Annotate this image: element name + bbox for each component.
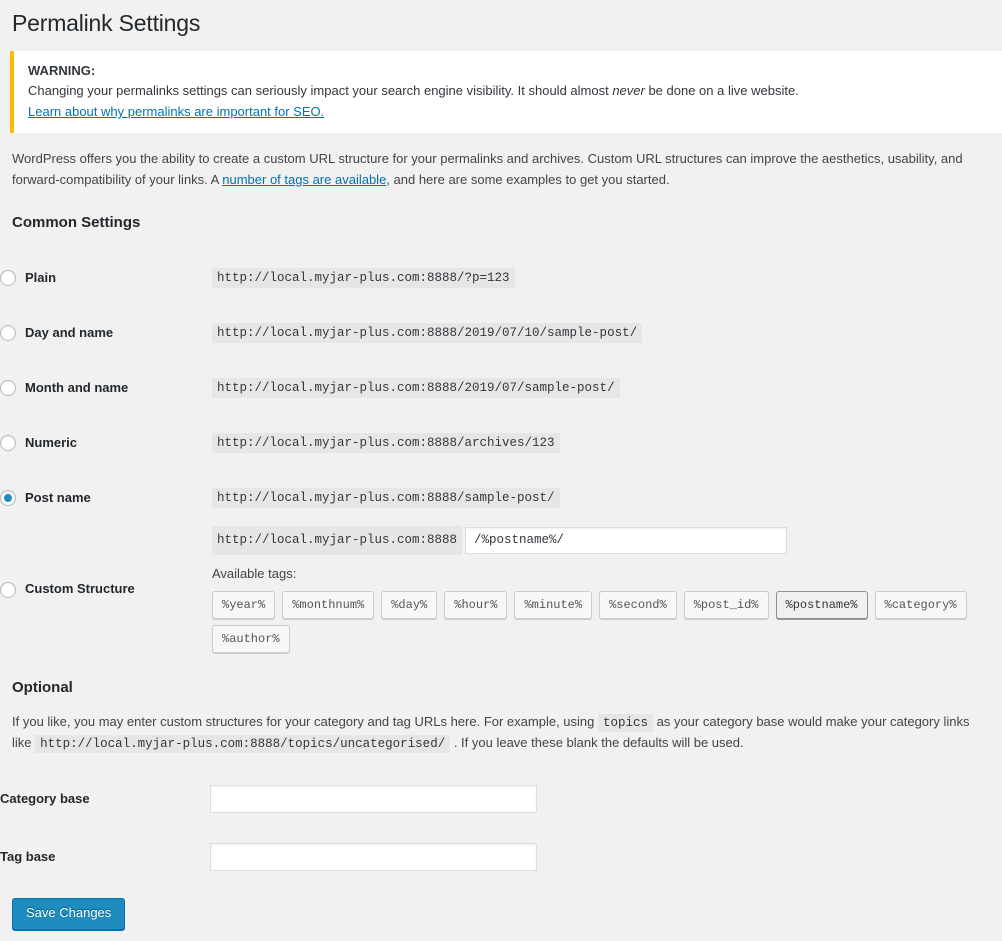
page-title: Permalink Settings bbox=[12, 10, 201, 36]
option-label-plain: Plain bbox=[25, 270, 57, 286]
permalink-options-table: Plain http://local.myjar-plus.com:8888/?… bbox=[0, 251, 1002, 654]
permalink-example-day-and-name: http://local.myjar-plus.com:8888/2019/07… bbox=[212, 323, 643, 344]
available-tags-link[interactable]: number of tags are available bbox=[222, 172, 386, 187]
intro-text-part2: , and here are some examples to get you … bbox=[386, 171, 670, 187]
tag-button-postname[interactable]: %postname% bbox=[775, 591, 868, 620]
permalink-example-cell-day-and-name: http://local.myjar-plus.com:8888/2019/07… bbox=[212, 306, 1002, 361]
permalink-option-row-day-and-name[interactable]: Day and name http://local.myjar-plus.com… bbox=[0, 306, 1002, 361]
category-base-input[interactable] bbox=[210, 785, 537, 814]
option-label-numeric: Numeric bbox=[25, 435, 78, 451]
permalink-option-label-cell-post-name: Post name bbox=[0, 471, 212, 526]
warning-text: Changing your permalinks settings can se… bbox=[28, 82, 990, 100]
option-label-month-and-name: Month and name bbox=[25, 380, 129, 396]
custom-structure-input-row: http://local.myjar-plus.com:8888 bbox=[212, 525, 1002, 556]
tag-button-post-id[interactable]: %post_id% bbox=[683, 591, 769, 620]
optional-text-part1: If you like, you may enter custom struct… bbox=[12, 714, 598, 730]
radio-plain[interactable] bbox=[0, 270, 16, 287]
seo-learn-more-link[interactable]: Learn about why permalinks are important… bbox=[28, 103, 990, 121]
warning-notice: WARNING: Changing your permalinks settin… bbox=[10, 50, 1002, 134]
radio-label-day-and-name[interactable]: Day and name bbox=[0, 324, 212, 342]
permalink-option-row-custom-structure[interactable]: Custom Structure http://local.myjar-plus… bbox=[0, 525, 1002, 654]
optional-code-example-url: http://local.myjar-plus.com:8888/topics/… bbox=[35, 735, 451, 754]
optional-field-row-tag-base: Tag base bbox=[0, 828, 1002, 886]
optional-code-topics: topics bbox=[597, 714, 653, 733]
permalink-option-label-cell-numeric: Numeric bbox=[0, 416, 212, 471]
permalink-option-row-plain[interactable]: Plain http://local.myjar-plus.com:8888/?… bbox=[0, 251, 1002, 306]
tag-base-label: Tag base bbox=[0, 849, 56, 865]
warning-text-after: be done on a live website. bbox=[644, 83, 799, 99]
tag-button-year[interactable]: %year% bbox=[212, 591, 276, 620]
optional-field-row-category-base: Category base bbox=[0, 770, 1002, 828]
permalink-option-row-numeric[interactable]: Numeric http://local.myjar-plus.com:8888… bbox=[0, 416, 1002, 471]
category-base-input-cell bbox=[210, 770, 1002, 828]
permalink-option-row-month-and-name[interactable]: Month and name http://local.myjar-plus.c… bbox=[0, 361, 1002, 416]
permalink-example-plain: http://local.myjar-plus.com:8888/?p=123 bbox=[212, 268, 515, 289]
optional-section: Optional If you like, you may enter cust… bbox=[0, 677, 1002, 754]
radio-label-custom-structure[interactable]: Custom Structure bbox=[0, 580, 212, 598]
radio-day-and-name[interactable] bbox=[0, 325, 16, 342]
available-tags-list: %year% %monthnum% %day% %hour% %minute% … bbox=[212, 591, 992, 654]
radio-custom-structure[interactable] bbox=[0, 581, 16, 598]
category-base-label: Category base bbox=[0, 791, 90, 807]
tag-button-day[interactable]: %day% bbox=[381, 591, 438, 620]
tag-button-hour[interactable]: %hour% bbox=[444, 591, 508, 620]
intro-paragraph: WordPress offers you the ability to crea… bbox=[12, 149, 990, 189]
permalink-option-label-cell-custom-structure: Custom Structure bbox=[0, 526, 212, 654]
permalink-example-month-and-name: http://local.myjar-plus.com:8888/2019/07… bbox=[212, 378, 620, 399]
permalink-example-cell-month-and-name: http://local.myjar-plus.com:8888/2019/07… bbox=[212, 361, 1002, 416]
radio-label-numeric[interactable]: Numeric bbox=[0, 434, 212, 452]
option-label-day-and-name: Day and name bbox=[25, 325, 114, 341]
custom-structure-cell: http://local.myjar-plus.com:8888 Availab… bbox=[212, 525, 1002, 654]
optional-heading: Optional bbox=[12, 679, 73, 697]
permalink-example-numeric: http://local.myjar-plus.com:8888/archive… bbox=[212, 433, 560, 454]
warning-text-before: Changing your permalinks settings can se… bbox=[28, 83, 613, 99]
radio-month-and-name[interactable] bbox=[0, 380, 16, 397]
radio-post-name[interactable] bbox=[0, 490, 16, 507]
save-changes-button[interactable]: Save Changes bbox=[12, 898, 126, 931]
permalink-example-post-name: http://local.myjar-plus.com:8888/sample-… bbox=[212, 488, 560, 509]
permalink-option-label-cell-day-and-name: Day and name bbox=[0, 306, 212, 361]
tag-base-input[interactable] bbox=[210, 843, 537, 872]
permalink-example-cell-numeric: http://local.myjar-plus.com:8888/archive… bbox=[212, 416, 1002, 471]
available-tags-label: Available tags: bbox=[212, 566, 297, 582]
tag-button-minute[interactable]: %minute% bbox=[514, 591, 593, 620]
radio-label-plain[interactable]: Plain bbox=[0, 269, 212, 287]
submit-row: Save Changes bbox=[0, 886, 1002, 931]
tag-button-author[interactable]: %author% bbox=[212, 625, 290, 654]
custom-structure-input[interactable] bbox=[465, 526, 788, 554]
permalink-option-label-cell-month-and-name: Month and name bbox=[0, 361, 212, 416]
tag-button-category[interactable]: %category% bbox=[874, 591, 967, 620]
radio-label-month-and-name[interactable]: Month and name bbox=[0, 379, 212, 397]
permalink-example-cell-post-name: http://local.myjar-plus.com:8888/sample-… bbox=[212, 471, 1002, 526]
permalink-option-label-cell-plain: Plain bbox=[0, 251, 212, 306]
warning-label: WARNING: bbox=[28, 62, 96, 78]
tag-button-monthnum[interactable]: %monthnum% bbox=[282, 591, 375, 620]
option-label-custom-structure: Custom Structure bbox=[25, 581, 135, 597]
optional-text-part3: . If you leave these blank the defaults … bbox=[450, 735, 744, 751]
radio-numeric[interactable] bbox=[0, 435, 16, 452]
permalink-example-cell-plain: http://local.myjar-plus.com:8888/?p=123 bbox=[212, 251, 1002, 306]
tag-base-input-cell bbox=[210, 828, 1002, 886]
radio-label-post-name[interactable]: Post name bbox=[0, 489, 212, 507]
option-label-post-name: Post name bbox=[25, 490, 91, 506]
tag-button-second[interactable]: %second% bbox=[599, 591, 677, 620]
common-settings-heading: Common Settings bbox=[12, 213, 141, 231]
optional-fields-table: Category base Tag base bbox=[0, 770, 1002, 886]
custom-structure-prefix: http://local.myjar-plus.com:8888 bbox=[212, 525, 463, 556]
warning-text-emphasis: never bbox=[612, 83, 645, 99]
permalink-option-row-post-name[interactable]: Post name http://local.myjar-plus.com:88… bbox=[0, 471, 1002, 526]
optional-description: If you like, you may enter custom struct… bbox=[12, 712, 992, 754]
